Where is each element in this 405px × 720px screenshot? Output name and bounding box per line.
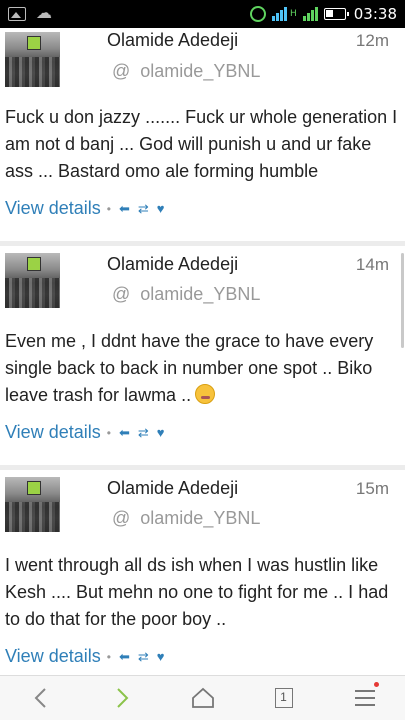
handle-text: olamide_YBNL xyxy=(140,61,261,81)
tab-count: 1 xyxy=(274,688,293,708)
author-name[interactable]: Olamide Adedeji xyxy=(107,478,238,499)
favorite-icon[interactable]: ♥ xyxy=(157,201,165,216)
signal-strength-icon xyxy=(271,7,287,21)
at-symbol: @ xyxy=(112,284,131,304)
author-handle[interactable]: @ olamide_YBNL xyxy=(112,508,260,529)
separator-dot: • xyxy=(106,649,111,664)
tweet-feed[interactable]: Olamide Adedeji 12m @ olamide_YBNL Fuck u… xyxy=(0,28,405,675)
tweet-card[interactable]: Olamide Adedeji 15m @ olamide_YBNL I went… xyxy=(0,470,405,675)
tweet-card[interactable]: Olamide Adedeji 12m @ olamide_YBNL Fuck u… xyxy=(0,28,405,241)
author-handle[interactable]: @ olamide_YBNL xyxy=(112,61,260,82)
forward-icon xyxy=(116,688,128,708)
emoji-icon xyxy=(195,384,216,404)
menu-button[interactable] xyxy=(345,678,385,718)
tweet-time: 15m xyxy=(355,479,389,498)
home-icon xyxy=(191,687,214,708)
tweet-time: 14m xyxy=(355,255,389,274)
tweet-text: I went through all ds ish when I was hus… xyxy=(5,555,389,629)
back-button[interactable] xyxy=(21,678,61,718)
separator-dot: • xyxy=(106,201,111,216)
tweet-text: Even me , I ddnt have the grace to have … xyxy=(5,328,400,409)
handle-text: olamide_YBNL xyxy=(140,284,261,304)
alarm-icon xyxy=(249,6,266,22)
tweet-time: 12m xyxy=(355,31,389,50)
battery-icon xyxy=(323,8,349,20)
tweet-actions: View details • ⬅ ⇄ ♥ xyxy=(5,646,164,667)
home-button[interactable] xyxy=(183,678,223,718)
view-details-link[interactable]: View details xyxy=(5,198,101,219)
at-symbol: @ xyxy=(112,61,131,81)
forward-button[interactable] xyxy=(102,678,142,718)
tweet-text-body: Even me , I ddnt have the grace to have … xyxy=(5,331,374,405)
scrollbar[interactable] xyxy=(401,253,404,348)
clock: 03:38 xyxy=(353,5,397,23)
browser-bottom-nav: 1 xyxy=(0,675,405,720)
menu-icon xyxy=(354,690,375,706)
gallery-notification-icon xyxy=(8,7,26,21)
author-name[interactable]: Olamide Adedeji xyxy=(107,254,238,275)
handle-text: olamide_YBNL xyxy=(140,508,261,528)
network-type-label: H xyxy=(289,8,297,19)
notification-dot xyxy=(373,682,379,687)
back-icon xyxy=(34,688,46,708)
signal-strength-2-icon xyxy=(302,7,318,21)
avatar[interactable] xyxy=(5,477,60,532)
reply-icon[interactable]: ⬅ xyxy=(119,649,130,665)
tabs-button[interactable]: 1 xyxy=(264,678,304,718)
favorite-icon[interactable]: ♥ xyxy=(157,425,165,440)
view-details-link[interactable]: View details xyxy=(5,646,101,667)
reply-icon[interactable]: ⬅ xyxy=(119,425,130,441)
author-handle[interactable]: @ olamide_YBNL xyxy=(112,284,260,305)
retweet-icon[interactable]: ⇄ xyxy=(138,201,149,217)
retweet-icon[interactable]: ⇄ xyxy=(138,425,149,441)
avatar[interactable] xyxy=(5,253,60,308)
tweet-actions: View details • ⬅ ⇄ ♥ xyxy=(5,422,164,443)
avatar[interactable] xyxy=(5,32,60,87)
favorite-icon[interactable]: ♥ xyxy=(157,649,165,664)
status-bar: H 03:38 xyxy=(0,0,405,28)
reply-icon[interactable]: ⬅ xyxy=(119,201,130,217)
cloud-notification-icon xyxy=(36,3,54,22)
author-name[interactable]: Olamide Adedeji xyxy=(107,30,238,51)
view-details-link[interactable]: View details xyxy=(5,422,101,443)
retweet-icon[interactable]: ⇄ xyxy=(138,649,149,665)
tweet-card[interactable]: Olamide Adedeji 14m @ olamide_YBNL Even m… xyxy=(0,246,405,465)
at-symbol: @ xyxy=(112,508,131,528)
tweet-text: Fuck u don jazzy ....... Fuck ur whole g… xyxy=(5,107,398,181)
tweet-actions: View details • ⬅ ⇄ ♥ xyxy=(5,198,164,219)
separator-dot: • xyxy=(106,425,111,440)
